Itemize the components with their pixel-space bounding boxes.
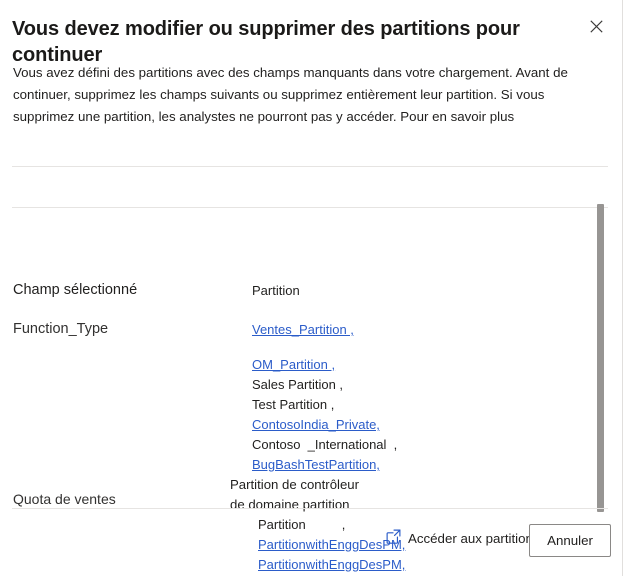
partition-link[interactable]: PartitionwithEnggDesPM, [258, 555, 582, 575]
goto-partitions-label: Accéder aux partitions [408, 530, 540, 546]
cancel-button[interactable]: Annuler [529, 524, 611, 557]
close-button[interactable] [580, 10, 612, 42]
table-row-field-sales-quota: Quota de ventes [13, 491, 116, 507]
table-divider-1 [12, 166, 608, 167]
column-header-partition: Partition [252, 283, 300, 298]
dialog-description: Vous avez défini des partitions avec des… [13, 65, 568, 124]
page-title: Vous devez modifier ou supprimer des par… [12, 18, 520, 66]
partition-table: Champ sélectionné Partition Function_Typ… [0, 136, 622, 572]
partition-name-wrap: de domaine partition [230, 497, 350, 512]
partition-name: Contoso _International , [252, 437, 398, 452]
close-icon [589, 19, 603, 33]
table-row-field-function-type: Function_Type [13, 321, 109, 337]
partition-link[interactable]: ContosoIndia_Private, [252, 415, 582, 435]
goto-partitions-link[interactable]: Accéder aux partitions [386, 529, 540, 547]
partition-link[interactable]: BugBashTestPartition, [252, 455, 582, 475]
partition-warning-dialog: Vous devez modifier ou supprimer des par… [0, 0, 623, 576]
partition-list-scrollbar[interactable] [596, 204, 606, 512]
partition-name: Sales Partition , [252, 377, 344, 392]
table-row-partitions-function-type: Ventes_Partition , [252, 320, 354, 340]
column-header-selected-field: Champ sélectionné [13, 282, 138, 298]
external-link-icon [386, 529, 401, 547]
footer-divider [12, 508, 608, 509]
scrollbar-thumb[interactable] [597, 204, 604, 512]
partition-link[interactable]: Ventes_Partition , [252, 322, 354, 337]
partition-name: Test Partition , [252, 397, 335, 412]
partition-name-wrap: Partition de contrôleur [230, 477, 360, 492]
partition-link[interactable]: OM_Partition , [252, 355, 582, 375]
table-divider-2 [12, 207, 608, 208]
